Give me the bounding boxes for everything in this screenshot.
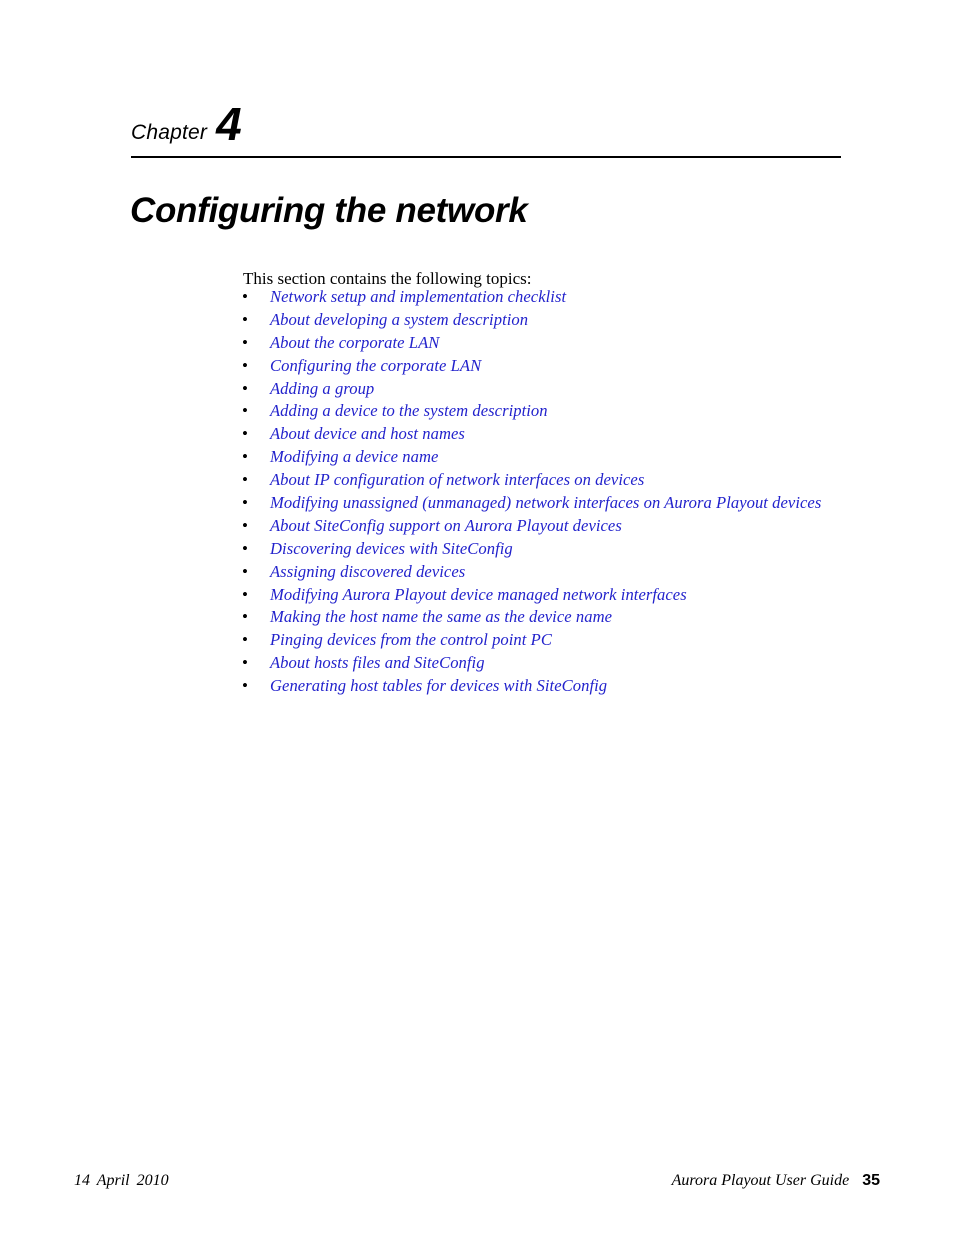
footer-page-number: 35 xyxy=(862,1172,880,1189)
list-item: • About SiteConfig support on Aurora Play… xyxy=(242,515,882,538)
document-page: Chapter 4 Configuring the network This s… xyxy=(0,0,954,1235)
bullet-icon: • xyxy=(242,630,248,650)
topic-link-14[interactable]: Making the host name the same as the dev… xyxy=(270,607,612,626)
list-item: • Modifying a device name xyxy=(242,446,882,469)
topic-link-1[interactable]: About developing a system description xyxy=(270,310,528,329)
bullet-icon: • xyxy=(242,653,248,673)
bullet-icon: • xyxy=(242,607,248,627)
topic-link-2[interactable]: About the corporate LAN xyxy=(270,333,439,352)
list-item: • Modifying unassigned (unmanaged) networ… xyxy=(242,492,882,515)
bullet-icon: • xyxy=(242,287,248,306)
topic-link-17[interactable]: Generating host tables for devices with … xyxy=(270,676,607,695)
chapter-number: 4 xyxy=(216,98,242,150)
footer-guide-title: Aurora Playout User Guide xyxy=(671,1172,850,1189)
list-item: • About the corporate LAN xyxy=(242,332,882,355)
bullet-icon: • xyxy=(242,676,248,696)
list-item: • About device and host names xyxy=(242,423,882,446)
topic-link-5[interactable]: Adding a device to the system descriptio… xyxy=(270,401,548,420)
list-item: • Generating host tables for devices with… xyxy=(242,675,882,698)
topic-link-15[interactable]: Pinging devices from the control point P… xyxy=(270,630,552,649)
footer-right-group: Aurora Playout User Guide 35 xyxy=(672,1172,880,1190)
list-item: • About hosts files and SiteConfig xyxy=(242,652,882,675)
list-item: • Adding a group xyxy=(242,378,882,401)
bullet-icon: • xyxy=(242,515,248,535)
chapter-label: Chapter xyxy=(131,121,208,144)
topic-link-3[interactable]: Configuring the corporate LAN xyxy=(270,356,481,375)
bullet-icon: • xyxy=(242,309,248,329)
list-item: • Discovering devices with SiteConfig xyxy=(242,538,882,561)
footer-date: 14 April 2010 xyxy=(74,1172,169,1189)
list-item: • About developing a system description xyxy=(242,309,882,332)
bullet-icon: • xyxy=(242,332,248,352)
bullet-icon: • xyxy=(242,447,248,467)
topic-link-16[interactable]: About hosts files and SiteConfig xyxy=(270,653,485,672)
bullet-icon: • xyxy=(242,493,248,513)
list-item: • Configuring the corporate LAN xyxy=(242,355,882,378)
topic-link-12[interactable]: Assigning discovered devices xyxy=(270,562,465,581)
topic-link-6[interactable]: About device and host names xyxy=(270,424,465,443)
topic-link-11[interactable]: Discovering devices with SiteConfig xyxy=(270,539,513,558)
topic-link-13[interactable]: Modifying Aurora Playout device managed … xyxy=(270,585,687,604)
topic-link-10[interactable]: About SiteConfig support on Aurora Playo… xyxy=(270,516,622,535)
bullet-icon: • xyxy=(242,355,248,375)
bullet-icon: • xyxy=(242,538,248,558)
topic-link-4[interactable]: Adding a group xyxy=(270,379,374,398)
bullet-icon: • xyxy=(242,424,248,444)
list-item: • Making the host name the same as the de… xyxy=(242,606,882,629)
chapter-eyebrow: Chapter 4 xyxy=(131,98,242,150)
topic-link-7[interactable]: Modifying a device name xyxy=(270,447,438,466)
list-item: • Pinging devices from the control point … xyxy=(242,629,882,652)
list-item: • Modifying Aurora Playout device managed… xyxy=(242,584,882,607)
topic-link-0[interactable]: Network setup and implementation checkli… xyxy=(270,287,566,306)
page-title: Configuring the network xyxy=(130,191,528,231)
list-item: • Adding a device to the system descripti… xyxy=(242,400,882,423)
bullet-icon: • xyxy=(242,561,248,581)
header-divider xyxy=(131,156,841,158)
bullet-icon: • xyxy=(242,378,248,398)
topic-link-9[interactable]: Modifying unassigned (unmanaged) network… xyxy=(270,493,821,512)
topic-link-8[interactable]: About IP configuration of network interf… xyxy=(270,470,644,489)
list-item: • Network setup and implementation checkl… xyxy=(242,286,882,309)
topic-list: • Network setup and implementation checkl… xyxy=(242,286,882,698)
list-item: • Assigning discovered devices xyxy=(242,561,882,584)
bullet-icon: • xyxy=(242,401,248,421)
bullet-icon: • xyxy=(242,470,248,490)
bullet-icon: • xyxy=(242,584,248,604)
list-item: • About IP configuration of network inter… xyxy=(242,469,882,492)
